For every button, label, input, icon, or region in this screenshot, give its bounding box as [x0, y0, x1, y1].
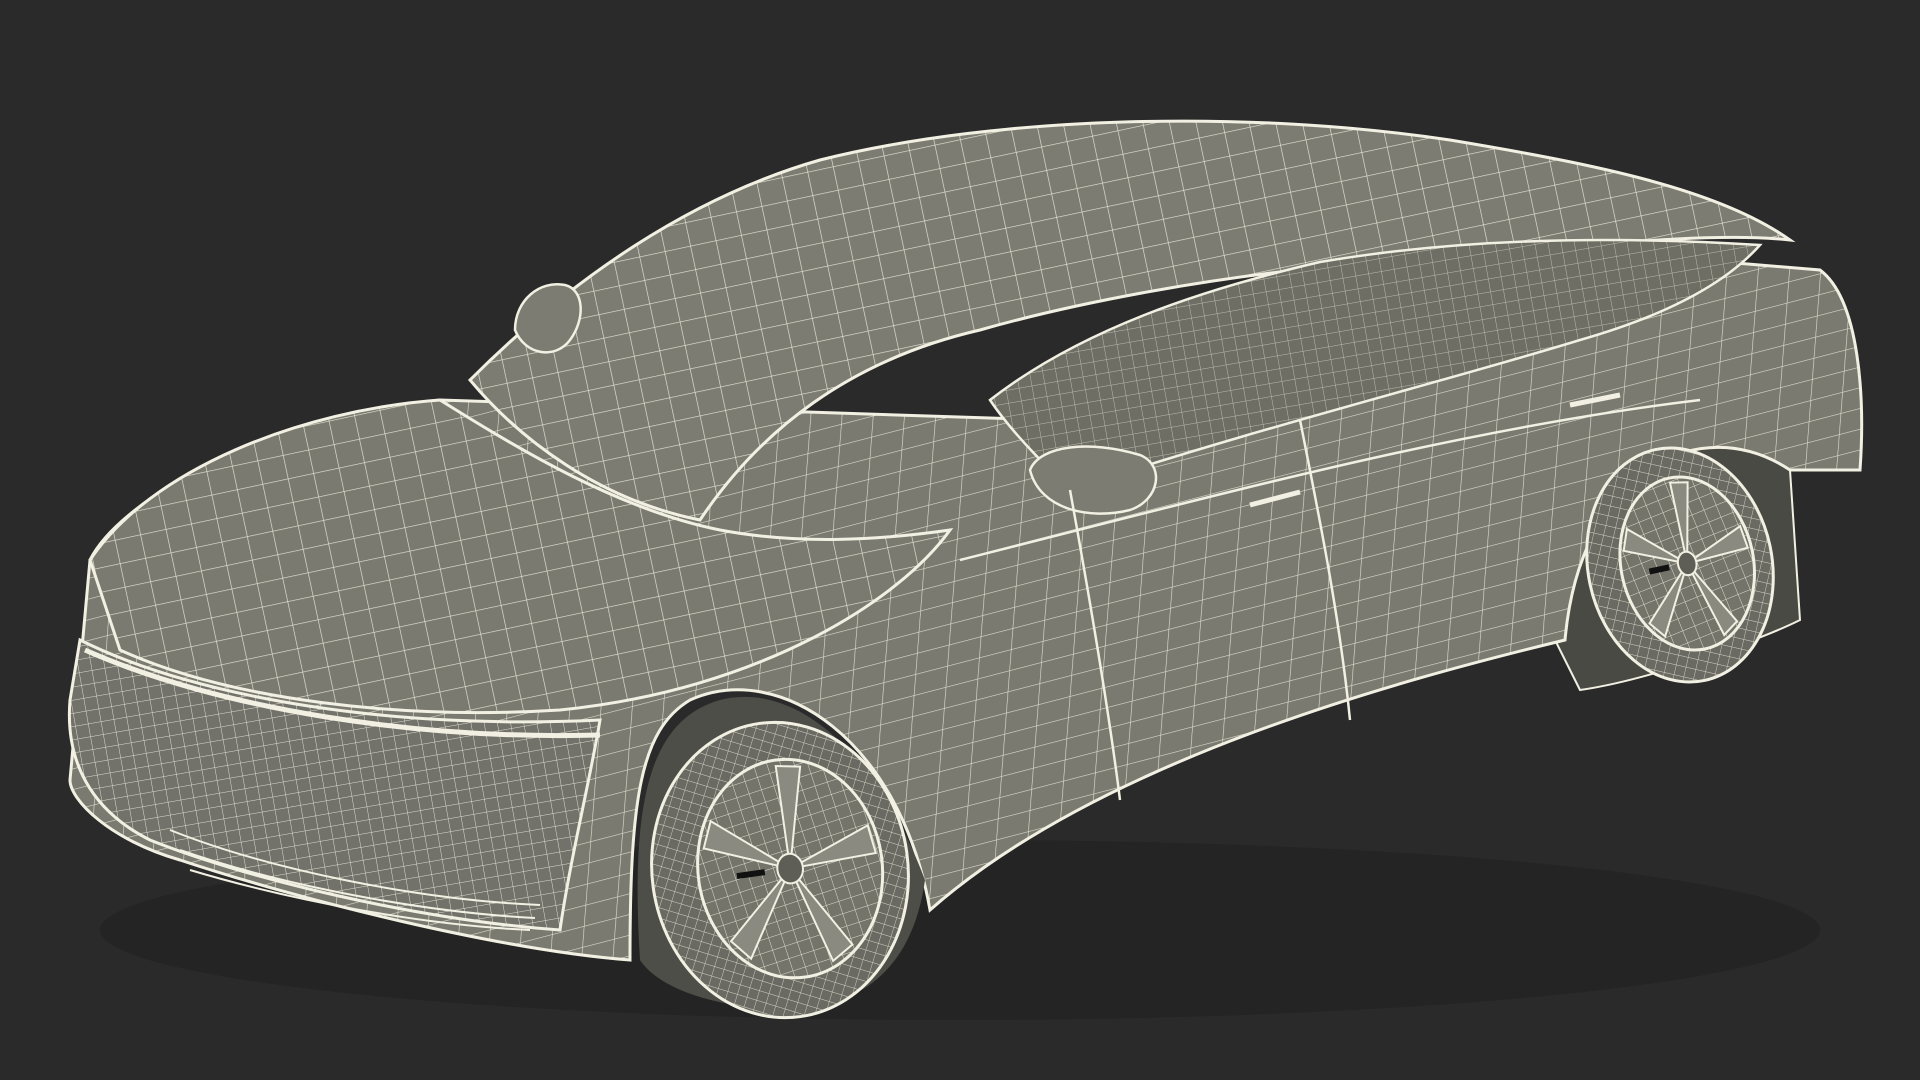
wireframe-car-render — [67, 119, 1864, 1020]
render-viewport — [0, 0, 1920, 1080]
